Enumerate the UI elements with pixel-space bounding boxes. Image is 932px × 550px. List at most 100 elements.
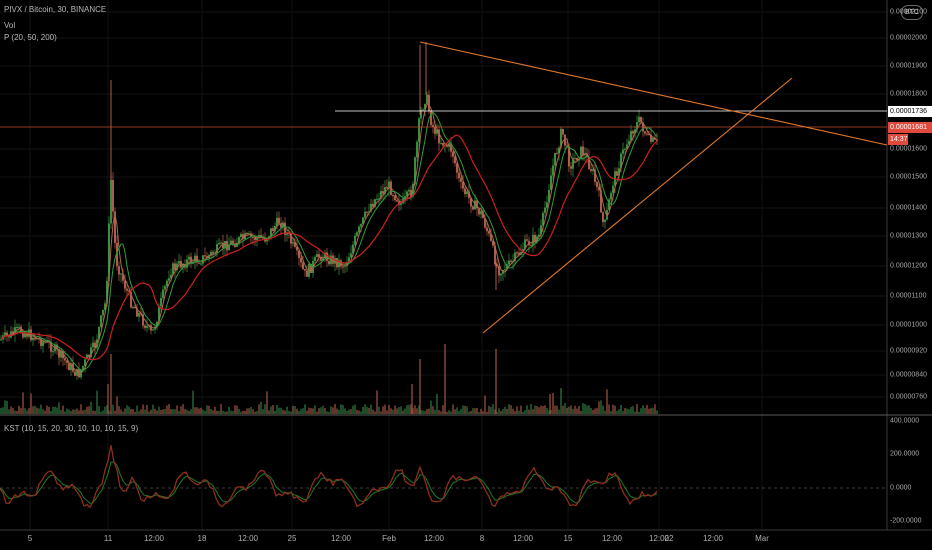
- candle: [304, 269, 306, 271]
- volume-bar: [458, 411, 460, 414]
- volume-bar: [446, 411, 448, 414]
- time-axis-label: 12:00: [143, 534, 165, 543]
- volume-bar: [246, 408, 248, 414]
- volume-bar: [218, 411, 220, 414]
- volume-bar: [554, 405, 556, 414]
- volume-bar: [572, 408, 574, 414]
- price-axis-label: 0.00001300: [890, 232, 927, 240]
- volume-bar: [612, 404, 614, 414]
- volume-bar: [56, 407, 58, 414]
- symbol-legend[interactable]: PIVX / Bitcoin, 30, BINANCE: [4, 5, 106, 14]
- volume-bar: [264, 404, 266, 414]
- candle: [526, 239, 528, 241]
- volume-bar: [534, 405, 536, 414]
- volume-bar: [408, 404, 410, 414]
- volume-bar: [144, 409, 146, 414]
- candle: [632, 131, 634, 134]
- candle: [124, 280, 126, 289]
- candle: [180, 261, 182, 268]
- volume-bar: [348, 409, 350, 414]
- volume-bar: [210, 408, 212, 414]
- volume-bar: [250, 406, 252, 414]
- price-axis-label: 0.00001900: [890, 62, 927, 70]
- time-axis-label: 22: [664, 534, 674, 543]
- kst-legend[interactable]: KST (10, 15, 20, 30, 10, 10, 10, 15, 9): [4, 424, 138, 433]
- candle: [510, 260, 512, 262]
- candle: [622, 149, 624, 154]
- volume-bar: [256, 411, 258, 414]
- volume-bar: [472, 408, 474, 414]
- candle: [112, 179, 114, 212]
- candle: [530, 245, 532, 247]
- volume-bar: [411, 384, 413, 414]
- volume-bar: [388, 404, 390, 414]
- volume-bar: [270, 406, 272, 414]
- candle: [306, 270, 308, 277]
- volume-bar: [198, 408, 200, 414]
- volume-bar: [334, 404, 336, 414]
- moving-average-legend[interactable]: P (20, 50, 200): [4, 33, 57, 42]
- volume-bar: [628, 409, 630, 414]
- candle: [138, 312, 140, 317]
- volume-bar: [336, 408, 338, 414]
- volume-bar: [342, 405, 344, 414]
- candle: [638, 116, 640, 123]
- level-line-price-tag: 0.00001736: [888, 106, 932, 117]
- candle: [442, 142, 444, 146]
- volume-bar: [236, 405, 238, 414]
- candle: [162, 289, 164, 299]
- volume-bar: [495, 349, 497, 414]
- volume-bar: [92, 410, 94, 414]
- candle: [254, 237, 256, 241]
- volume-bar: [312, 408, 314, 414]
- candle: [372, 203, 374, 207]
- volume-bar: [284, 410, 286, 414]
- volume-bar: [107, 384, 109, 414]
- volume-bar: [386, 410, 388, 414]
- candle: [292, 242, 294, 244]
- price-chart-canvas[interactable]: [0, 0, 932, 550]
- volume-bar: [528, 409, 530, 414]
- volume-bar: [378, 406, 380, 414]
- candle: [428, 94, 430, 111]
- candle: [556, 152, 558, 154]
- volume-bar: [638, 411, 640, 414]
- volume-bar: [450, 411, 452, 414]
- volume-bar: [164, 408, 166, 414]
- price-axis-label: 0.00001100: [890, 292, 927, 300]
- price-axis-label: 0.00002000: [890, 34, 927, 42]
- candle: [610, 192, 612, 200]
- candle: [394, 195, 396, 201]
- candle: [616, 171, 618, 176]
- volume-bar: [110, 354, 112, 414]
- volume-bar: [162, 409, 164, 414]
- volume-bar: [620, 405, 622, 414]
- volume-bar: [204, 411, 206, 414]
- volume-bar: [228, 406, 230, 414]
- candle: [570, 166, 572, 169]
- volume-bar: [258, 404, 260, 414]
- volume-bar: [372, 409, 374, 414]
- volume-bar: [392, 409, 394, 414]
- volume-bar: [322, 405, 324, 414]
- volume-bar: [356, 409, 358, 414]
- volume-bar: [24, 408, 26, 414]
- volume-bar: [480, 408, 482, 414]
- volume-bar: [562, 405, 564, 414]
- volume-bar: [112, 404, 114, 414]
- candle: [464, 188, 466, 194]
- candle: [596, 181, 598, 188]
- candle: [160, 298, 162, 307]
- volume-bar: [478, 411, 480, 414]
- candle: [422, 109, 424, 111]
- kst-line: [0, 445, 658, 509]
- volume-bar: [286, 406, 288, 414]
- volume-bar: [576, 408, 578, 414]
- kst-signal-line: [0, 461, 658, 504]
- volume-legend[interactable]: Vol: [4, 21, 15, 30]
- volume-bar: [100, 411, 102, 414]
- candle: [550, 175, 552, 190]
- candle: [416, 141, 418, 158]
- candle: [4, 332, 6, 336]
- volume-bar: [58, 402, 60, 414]
